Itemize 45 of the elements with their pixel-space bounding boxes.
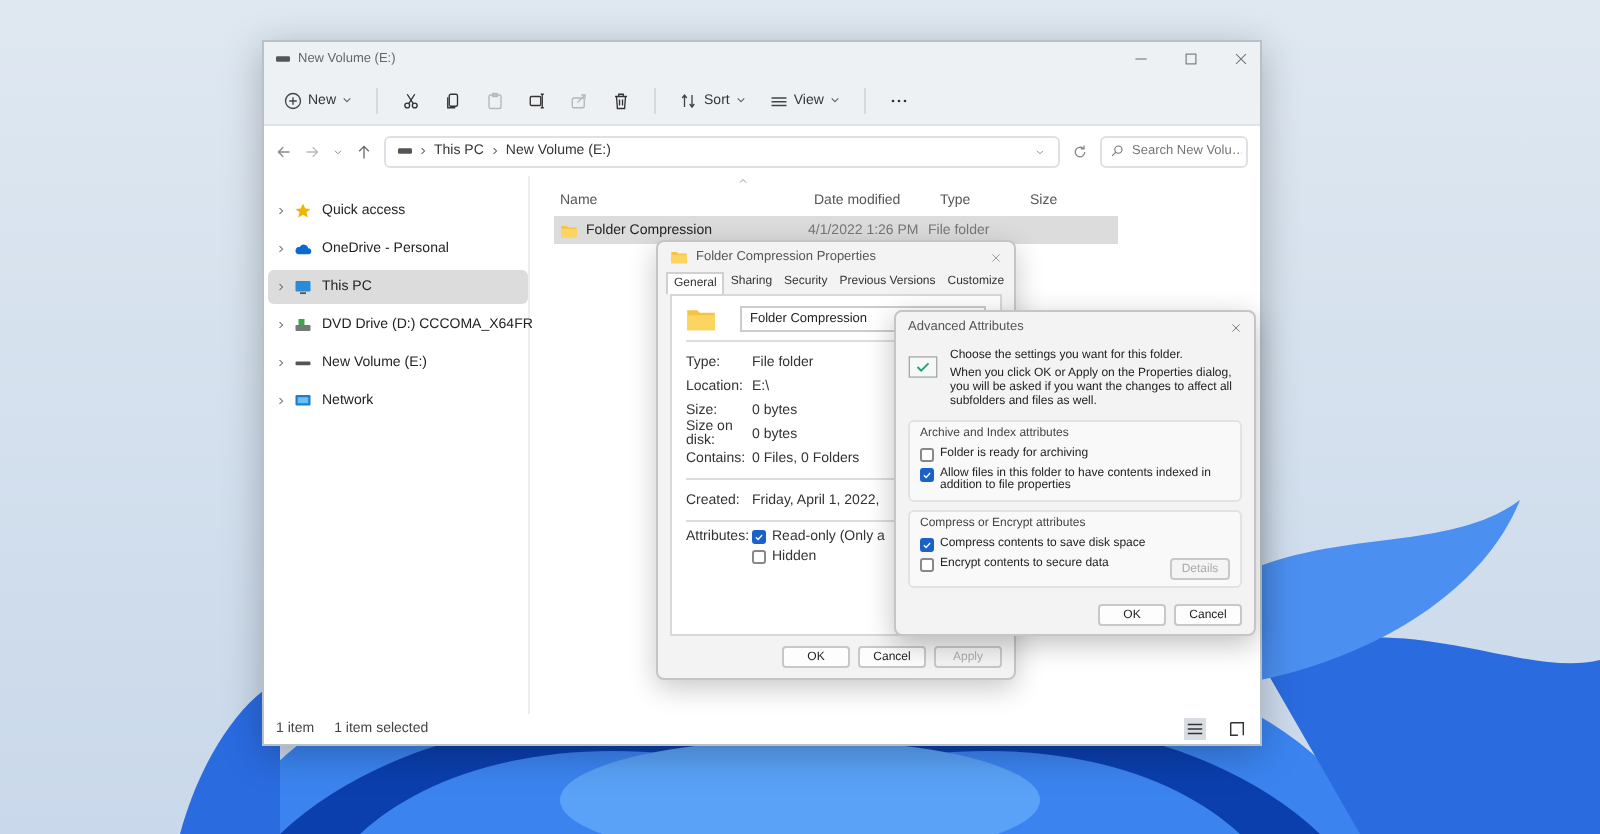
chevron-right-icon[interactable] [278, 244, 284, 254]
caret-icon [829, 96, 840, 104]
back-icon[interactable] [276, 143, 292, 159]
chevron-down-icon[interactable] [332, 145, 344, 157]
chevron-right-icon [420, 146, 426, 156]
close-icon[interactable] [1234, 52, 1248, 66]
dvd-icon [294, 316, 312, 334]
cloud-icon [294, 240, 312, 258]
folder-icon [670, 250, 688, 264]
chevron-right-icon[interactable] [278, 320, 284, 330]
tiles-view-icon[interactable] [1226, 718, 1248, 740]
chevron-right-icon[interactable] [278, 396, 284, 406]
search-icon [1110, 144, 1124, 158]
close-icon[interactable] [990, 251, 1002, 263]
checkbox[interactable] [752, 530, 766, 544]
star-icon [294, 202, 312, 220]
drive-icon [276, 56, 290, 62]
checkbox[interactable] [920, 467, 934, 482]
pc-icon [294, 278, 312, 296]
checkbox[interactable] [920, 538, 934, 553]
checkmark-icon [908, 356, 938, 378]
maximize-icon[interactable] [1184, 52, 1198, 66]
plus-icon [284, 91, 302, 109]
folder-icon [560, 223, 578, 237]
chevron-down-icon[interactable] [1034, 145, 1046, 157]
sort-caret-icon [738, 178, 748, 184]
minimize-icon[interactable] [1134, 52, 1148, 66]
sort-icon [680, 91, 699, 109]
chevron-right-icon[interactable] [278, 358, 284, 368]
up-icon[interactable] [356, 143, 372, 159]
chevron-right-icon[interactable] [278, 206, 284, 216]
checkbox[interactable] [920, 447, 934, 462]
drive-icon [398, 148, 412, 154]
caret-icon [735, 96, 746, 104]
checkbox[interactable] [920, 558, 934, 573]
folder-icon [686, 306, 716, 332]
chevron-right-icon [491, 146, 498, 156]
caret-icon [342, 96, 353, 104]
checkbox[interactable] [752, 550, 766, 564]
close-icon[interactable] [1230, 321, 1242, 333]
list-icon [769, 91, 788, 109]
details-view-icon[interactable] [1184, 718, 1206, 740]
refresh-icon[interactable] [1072, 143, 1088, 159]
network-icon [294, 392, 312, 410]
chevron-right-icon[interactable] [278, 282, 284, 292]
